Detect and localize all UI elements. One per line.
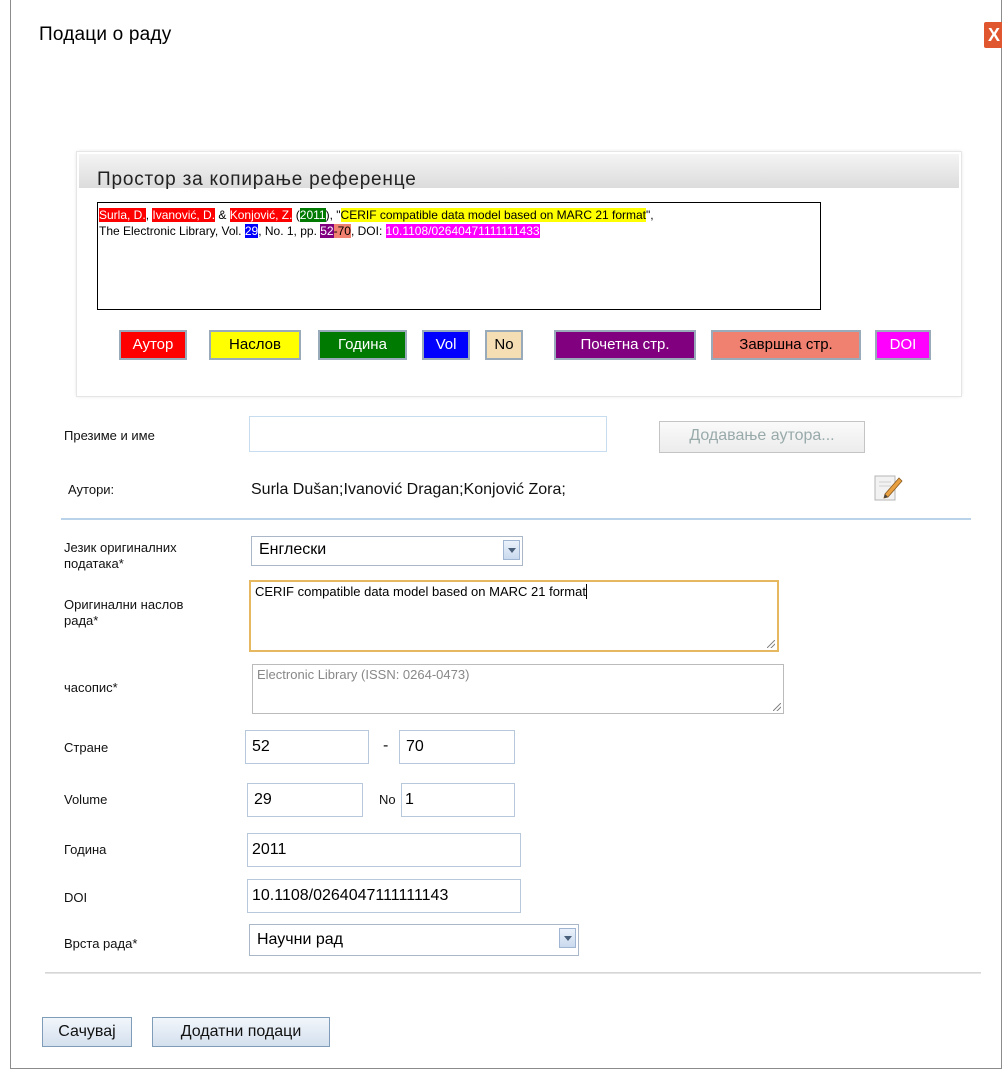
ref-text: ", xyxy=(646,208,654,222)
ref-text: , DOI: xyxy=(350,224,386,238)
original-title-value: CERIF compatible data model based on MAR… xyxy=(255,584,586,599)
type-select[interactable]: Научни рад xyxy=(249,924,579,956)
journal-textarea[interactable]: Electronic Library (ISSN: 0264-0473) xyxy=(252,664,784,714)
authors-value: Surla Dušan;Ivanović Dragan;Konjović Zor… xyxy=(251,481,566,498)
ref-text: ), " xyxy=(325,208,341,222)
resize-grip[interactable] xyxy=(767,640,775,648)
close-icon[interactable]: X xyxy=(984,22,1002,48)
pages-to-input[interactable]: 70 xyxy=(399,730,515,764)
dialog-title: Подаци о раду xyxy=(39,24,172,45)
doi-input[interactable]: 10.1108/0264047111111143 xyxy=(247,879,521,913)
ref-text: The Electronic Library, Vol. xyxy=(99,224,245,238)
volume-label: Volume xyxy=(64,792,108,807)
resize-grip[interactable] xyxy=(773,703,781,711)
edit-icon[interactable] xyxy=(871,472,905,502)
ref-year: 2011 xyxy=(299,208,326,222)
original-title-textarea[interactable]: CERIF compatible data model based on MAR… xyxy=(249,580,779,652)
doi-label: DOI xyxy=(64,890,88,905)
ref-text: ( xyxy=(292,208,300,222)
ref-author-2: Ivanović, D. xyxy=(152,208,216,222)
ref-start-page: 52 xyxy=(320,224,334,238)
chevron-down-icon[interactable] xyxy=(503,540,520,560)
language-select-value: Енглески xyxy=(259,541,327,558)
original-title-label: Оригинални наслов рада* xyxy=(64,597,184,628)
journal-label: часопис* xyxy=(64,680,118,695)
language-select[interactable]: Енглески xyxy=(251,536,523,566)
year-label: Година xyxy=(64,842,107,857)
legend-year-button[interactable]: Година xyxy=(318,330,407,360)
ref-doi: 10.1108/02640471111111433 xyxy=(385,224,540,238)
ref-author-3: Konjović, Z. xyxy=(229,208,293,222)
authors-label: Аутори: xyxy=(68,482,115,497)
type-label: Врста рада* xyxy=(64,936,138,951)
dialog: Подаци о раду X Простор за копирање рефе… xyxy=(10,0,1002,1069)
dialog-titlebar: Подаци о раду X xyxy=(11,0,1002,72)
reference-panel-title: Простор за копирање референце xyxy=(97,169,417,190)
ref-title: CERIF compatible data model based on MAR… xyxy=(340,208,647,222)
legend-start-page-button[interactable]: Почетна стр. xyxy=(554,330,696,360)
save-button[interactable]: Сачувај xyxy=(42,1017,132,1047)
pages-dash: - xyxy=(383,737,389,754)
name-label: Презиме и име xyxy=(64,428,155,443)
footer-divider xyxy=(45,972,981,974)
extra-data-button[interactable]: Додатни подаци xyxy=(152,1017,330,1047)
legend-no-button[interactable]: No xyxy=(485,330,523,360)
name-input[interactable] xyxy=(249,416,607,452)
ref-end-page: 70 xyxy=(337,224,351,238)
add-author-button[interactable]: Додавање аутора... xyxy=(659,421,865,453)
year-input[interactable]: 2011 xyxy=(247,833,521,867)
ref-dash: - xyxy=(333,224,338,238)
legend-doi-button[interactable]: DOI xyxy=(875,330,931,360)
ref-text: , No. 1, pp. xyxy=(258,224,321,238)
type-select-value: Научни рад xyxy=(257,931,343,948)
legend-end-page-button[interactable]: Завршна стр. xyxy=(711,330,861,360)
legend-vol-button[interactable]: Vol xyxy=(422,330,470,360)
reference-panel-header: Простор за копирање референце xyxy=(79,154,959,190)
journal-value: Electronic Library (ISSN: 0264-0473) xyxy=(257,667,470,682)
language-label: Језик оригиналних података* xyxy=(64,540,177,571)
ref-author-1: Surla, D. xyxy=(99,208,146,222)
no-input[interactable]: 1 xyxy=(401,783,515,817)
reference-panel: Простор за копирање референце Surla, D.,… xyxy=(77,152,961,396)
ref-vol: 29 xyxy=(244,224,259,238)
pages-from-input[interactable]: 52 xyxy=(245,730,369,764)
reference-input-area[interactable]: Surla, D., Ivanović, D. & Konjović, Z. (… xyxy=(97,202,821,310)
pages-label: Стране xyxy=(64,740,109,755)
section-divider xyxy=(61,518,971,520)
ref-text: & xyxy=(215,208,230,222)
text-cursor xyxy=(585,584,587,599)
chevron-down-icon[interactable] xyxy=(559,928,576,948)
legend-title-button[interactable]: Наслов xyxy=(209,330,301,360)
volume-input[interactable]: 29 xyxy=(247,783,363,817)
no-label: No xyxy=(379,792,396,807)
legend-author-button[interactable]: Аутор xyxy=(119,330,187,360)
